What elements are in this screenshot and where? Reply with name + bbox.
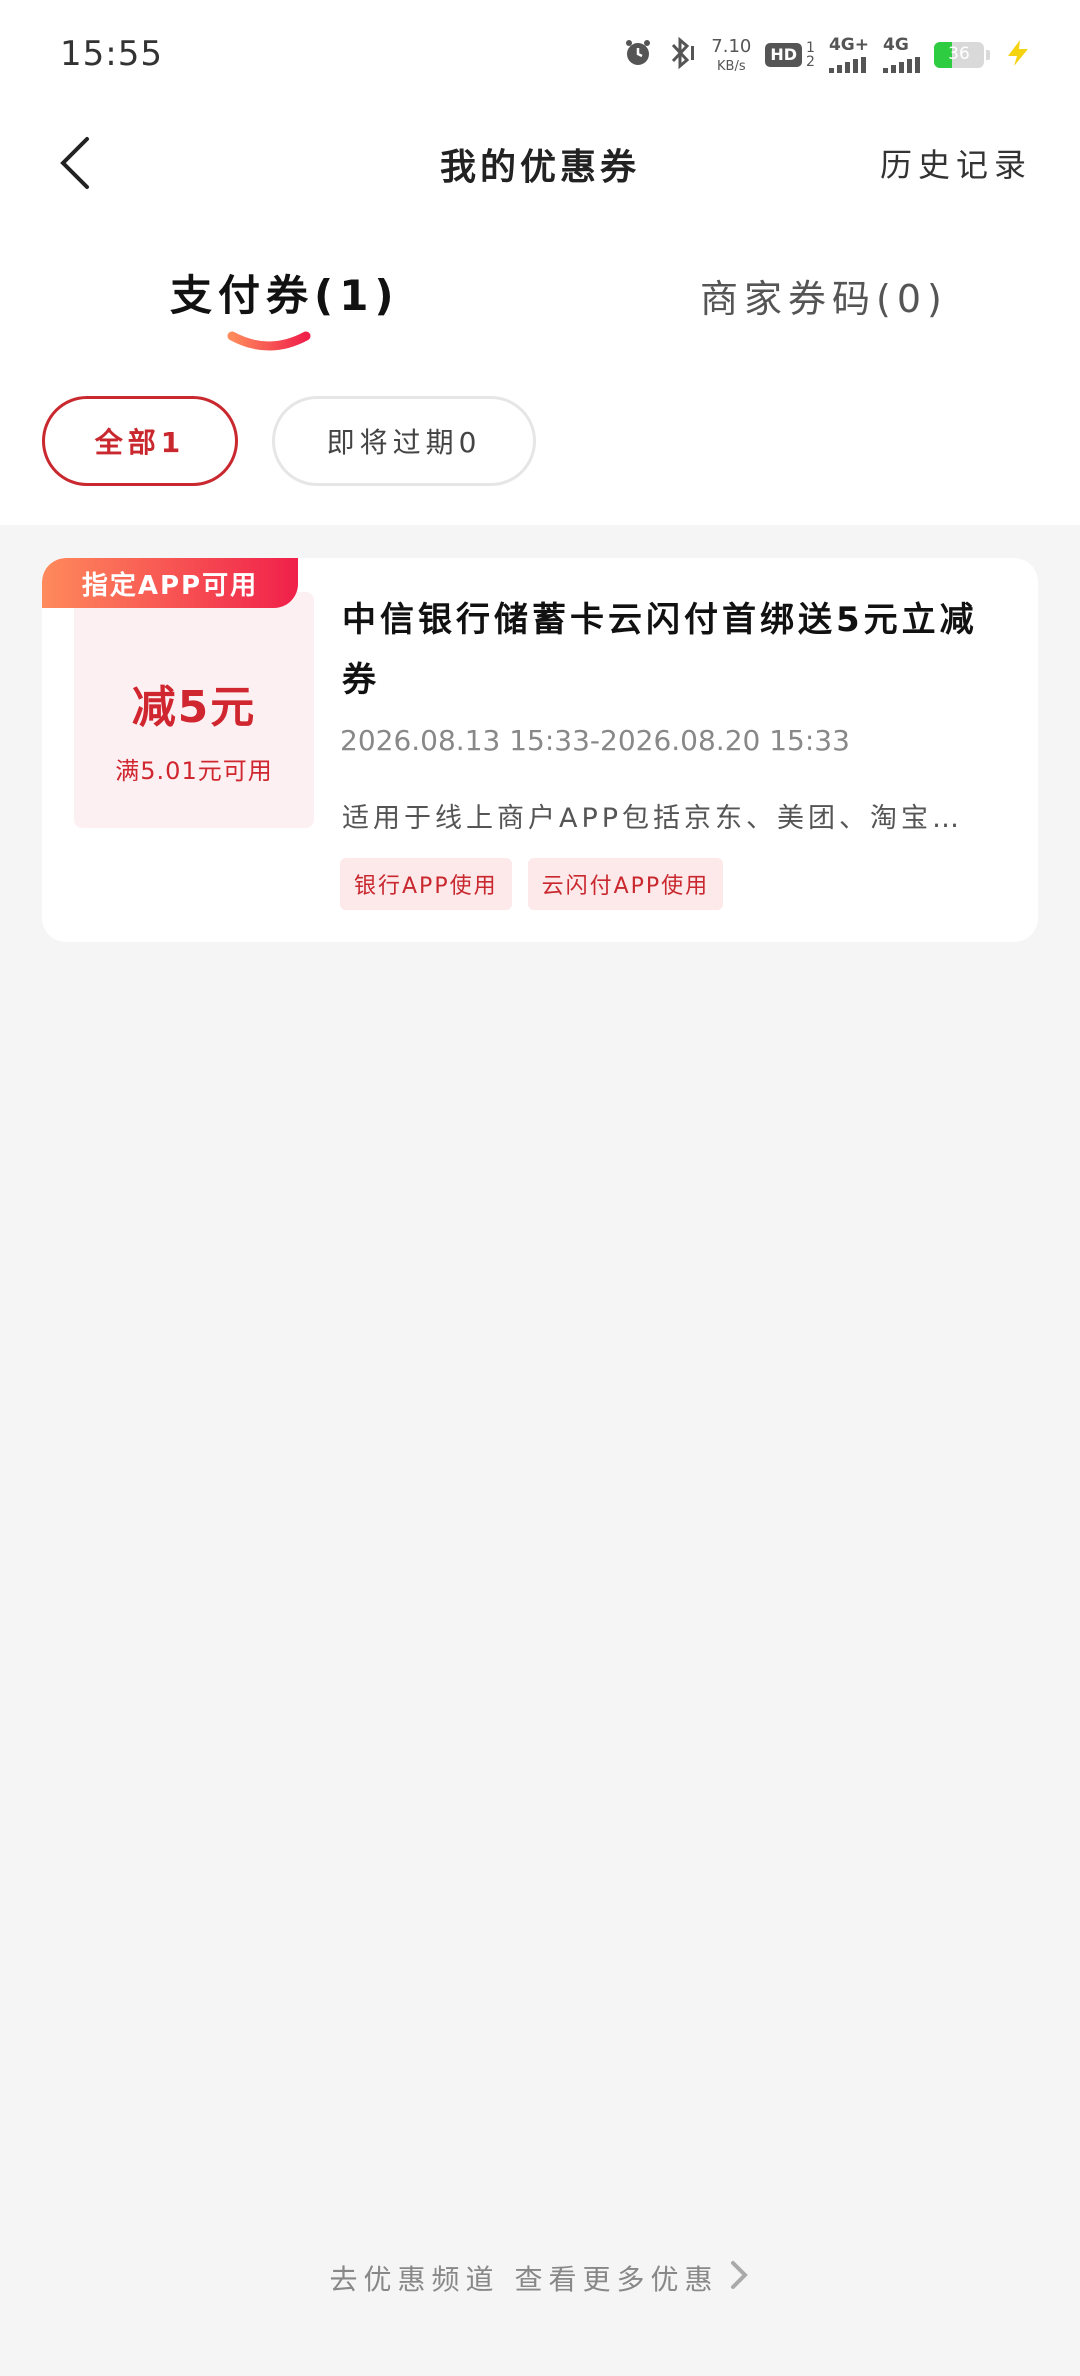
net-speed-unit: KB/s xyxy=(717,58,746,74)
status-icons: 7.10 KB/s HD 1 2 4G+ 4G 36 xyxy=(623,30,1032,80)
net1-label: 4G+ xyxy=(828,35,869,55)
charging-icon xyxy=(1004,38,1032,72)
hd-sim-top: 1 xyxy=(806,40,815,56)
hd-sim-indicator: 1 2 xyxy=(806,41,815,69)
coupon-label: 云闪付APP使用 xyxy=(527,858,724,910)
coupon-condition: 满5.01元可用 xyxy=(115,756,273,785)
tab-merchant-codes[interactable]: 商家券码(0) xyxy=(700,268,948,323)
status-bar: 15:55 7.10 KB/s HD 1 2 4G+ 4G 36 xyxy=(0,0,1080,110)
battery-cap xyxy=(986,50,990,60)
signal-icon: 4G xyxy=(883,37,920,73)
coupon-title: 中信银行储蓄卡云闪付首绑送5元立减券 xyxy=(342,600,978,700)
net2-label: 4G xyxy=(883,35,909,55)
coupon-description: 适用于线上商户APP包括京东、美团、淘宝… xyxy=(342,803,964,834)
more-offers-label: 去优惠频道 查看更多优惠 xyxy=(329,2263,719,2296)
coupon-tag: 指定APP可用 xyxy=(42,558,298,608)
bluetooth-icon xyxy=(667,36,697,74)
chevron-right-icon xyxy=(728,2259,750,2298)
coupon-value-panel: 减5元 满5.01元可用 xyxy=(74,592,314,828)
status-time: 15:55 xyxy=(60,34,163,74)
net-speed: 7.10 KB/s xyxy=(711,35,752,74)
filter-all[interactable]: 全部1 xyxy=(42,396,238,486)
history-button[interactable]: 历史记录 xyxy=(880,140,1032,186)
coupon-discount: 减5元 xyxy=(131,681,257,733)
coupon-validity: 2026.08.13 15:33-2026.08.20 15:33 xyxy=(340,724,850,757)
hd-sim-bottom: 2 xyxy=(806,54,815,70)
battery-level: 36 xyxy=(948,44,970,64)
coupon-labels: 银行APP使用 云闪付APP使用 xyxy=(340,858,724,910)
tab-payment-coupons[interactable]: 支付券(1) xyxy=(170,262,400,323)
alarm-icon xyxy=(623,38,653,72)
filter-expiring[interactable]: 即将过期0 xyxy=(272,396,536,486)
more-offers-link[interactable]: 去优惠频道 查看更多优惠 xyxy=(0,2258,1080,2298)
signal-icon: 4G+ xyxy=(828,35,869,73)
coupon-card[interactable]: 减5元 满5.01元可用 指定APP可用 中信银行储蓄卡云闪付首绑送5元立减券 … xyxy=(42,558,1038,942)
coupon-label: 银行APP使用 xyxy=(340,858,512,910)
battery-icon: 36 xyxy=(934,42,984,68)
hd-icon: HD xyxy=(765,43,803,67)
net-speed-value: 7.10 xyxy=(711,35,752,57)
active-tab-indicator xyxy=(227,331,311,351)
